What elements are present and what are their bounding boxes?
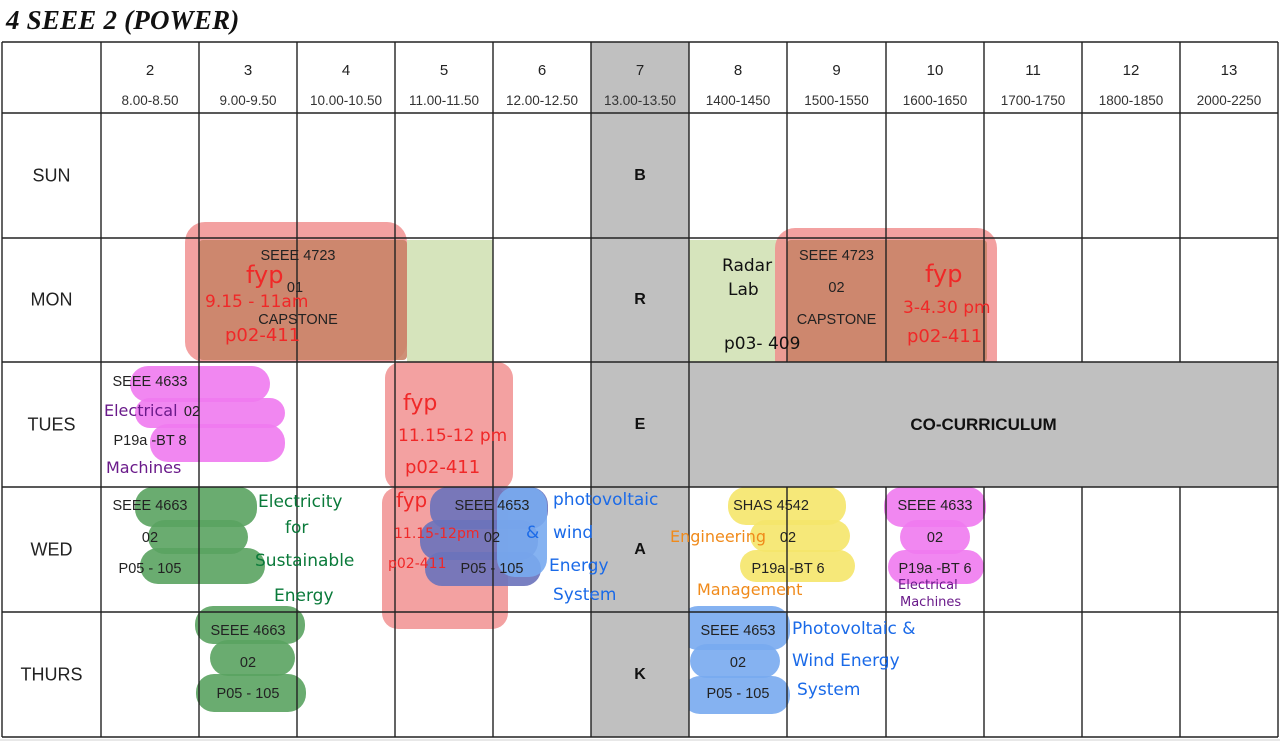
handwritten-note: wind [553, 523, 594, 543]
class-cell-line: 02 [239, 655, 257, 671]
handwritten-note: Machines [106, 458, 182, 477]
day-label: TUES [27, 414, 76, 434]
break-letter: E [634, 415, 646, 433]
class-cell-line: SEEE 4663 [112, 498, 188, 514]
handwritten-note: p03- 409 [724, 334, 801, 354]
handwritten-note: for [285, 518, 309, 538]
handwritten-note: photovoltaic [553, 490, 659, 510]
handwritten-note: p02-411 [388, 556, 447, 572]
period-number: 12 [1122, 62, 1140, 79]
handwritten-note: Photovoltaic & [792, 619, 916, 639]
class-cell-line: 02 [183, 404, 201, 420]
class-cell-line: 02 [729, 655, 747, 671]
period-number: 6 [537, 62, 547, 79]
co-curriculum-label: CO-CURRICULUM [910, 414, 1057, 434]
handwritten-note: Engineering [670, 527, 766, 546]
class-cell-line: SEEE 4653 [454, 498, 530, 514]
break-letter: B [634, 166, 646, 184]
class-cell-line: SEEE 4723 [799, 248, 874, 264]
period-number: 9 [832, 62, 841, 79]
class-cell-line: 02 [926, 530, 944, 546]
class-cell-line: P05 - 105 [460, 561, 524, 577]
handwritten-note: Electrical [898, 578, 958, 593]
handwritten-note: p02-411 [907, 326, 983, 347]
period-time: 12.00-12.50 [505, 93, 579, 108]
handwritten-note: Management [697, 580, 803, 599]
period-number: 13 [1220, 62, 1238, 79]
period-time: 13.00-13.50 [603, 93, 677, 108]
class-cell-line: P19a -BT 8 [113, 433, 187, 449]
handwritten-note: Sustainable [255, 551, 355, 571]
class-cell-line: 02 [483, 530, 501, 546]
period-time: 11.00-11.50 [408, 93, 480, 108]
handwritten-note: fyp [403, 391, 438, 416]
class-cell-line: P05 - 105 [216, 686, 280, 702]
handwritten-note: Machines [900, 595, 962, 610]
period-time: 2000-2250 [1196, 93, 1262, 108]
period-number: 4 [341, 62, 351, 79]
handwritten-note: 3-4.30 pm [903, 298, 991, 318]
period-time: 1700-1750 [1000, 93, 1066, 108]
handwritten-note: System [797, 680, 861, 700]
handwritten-note: Electrical [104, 401, 178, 420]
break-letter: R [634, 291, 646, 308]
period-number: 3 [243, 62, 253, 79]
handwritten-note: Electricity [258, 492, 343, 512]
day-label: SUN [32, 165, 71, 185]
class-cell-line: P05 - 105 [706, 686, 770, 702]
class-cell-line: SEEE 4633 [112, 374, 188, 390]
handwritten-note: 9.15 - 11am [205, 292, 309, 312]
period-number: 2 [145, 62, 155, 79]
period-time: 9.00-9.50 [219, 93, 277, 108]
period-number: 11 [1025, 62, 1041, 79]
day-label: MON [30, 289, 73, 310]
handwritten-note: fyp [396, 488, 428, 512]
class-cell-line: 02 [828, 280, 845, 296]
class-cell-line: SHAS 4542 [733, 498, 809, 514]
handwritten-note: Energy [274, 586, 334, 606]
handwritten-note: fyp [925, 260, 963, 288]
period-number: 10 [926, 62, 944, 79]
handwritten-note: Wind Energy [792, 651, 900, 671]
class-cell-line: 02 [141, 530, 159, 546]
handwritten-note: 11.15-12pm [394, 526, 480, 542]
break-letter: K [634, 665, 646, 683]
period-number: 8 [733, 62, 743, 79]
period-time: 10.00-10.50 [309, 93, 383, 108]
class-cell-line: P05 - 105 [118, 561, 182, 577]
period-time: 1500-1550 [804, 93, 869, 108]
period-time: 1400-1450 [705, 93, 771, 108]
class-cell-line: P19a -BT 6 [898, 561, 972, 577]
day-label: WED [30, 539, 73, 559]
handwritten-note: 11.15-12 pm [398, 426, 508, 446]
class-cell-line: 02 [779, 530, 797, 546]
class-cell-line: P19a -BT 6 [751, 561, 825, 577]
handwritten-note: Energy [549, 556, 609, 576]
class-cell-line: SEEE 4633 [897, 498, 973, 514]
break-column-fill [591, 42, 689, 737]
timetable-grid [0, 41, 1280, 741]
handwritten-note: Lab [728, 280, 759, 300]
class-cell-line: SEEE 4653 [700, 623, 776, 639]
handwritten-note: fyp [246, 261, 284, 289]
handwritten-note: System [553, 585, 617, 605]
period-time: 1600-1650 [902, 93, 968, 108]
handwritten-note: p02-411 [405, 457, 481, 478]
handwritten-note: p02-411 [225, 325, 301, 346]
break-letter: A [634, 540, 646, 558]
class-cell-line: CAPSTONE [796, 312, 877, 328]
class-cell-line: SEEE 4663 [210, 623, 286, 639]
day-label: THURS [20, 664, 83, 684]
handwritten-note: & [526, 523, 540, 543]
period-time: 8.00-8.50 [121, 93, 179, 108]
period-time: 1800-1850 [1098, 93, 1164, 108]
handwritten-note: Radar [722, 256, 773, 276]
period-number: 7 [635, 62, 645, 79]
period-number: 5 [439, 62, 449, 79]
